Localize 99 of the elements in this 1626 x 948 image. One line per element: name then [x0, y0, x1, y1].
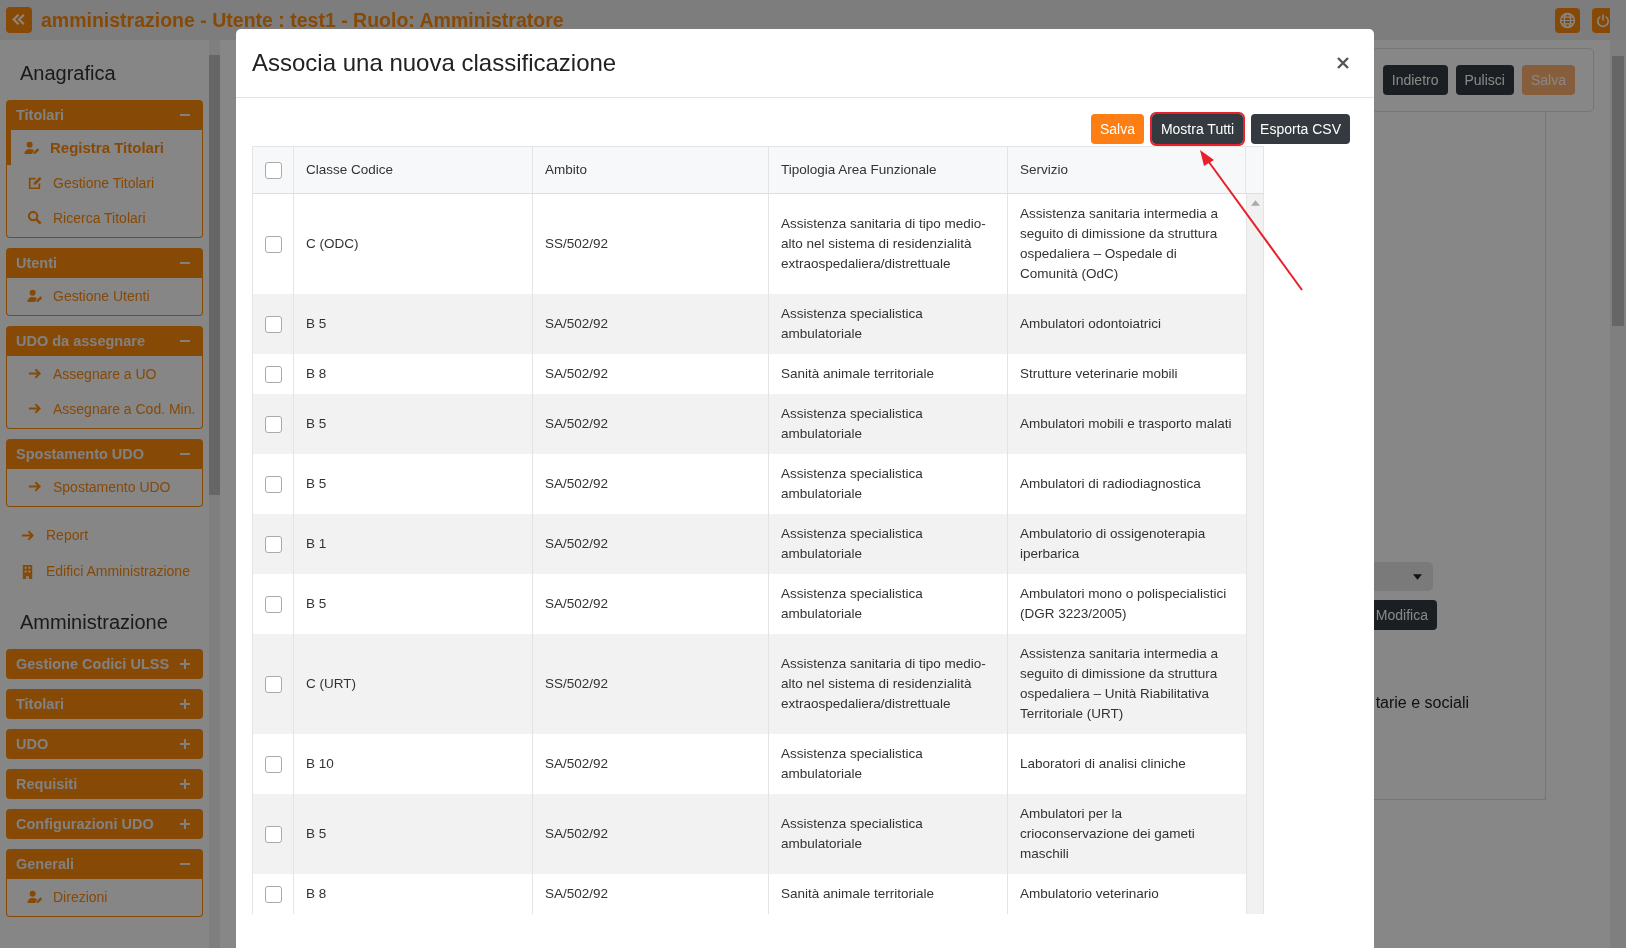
table-cell: B 5 [294, 294, 533, 354]
nav-item[interactable]: Direzioni [7, 879, 202, 914]
caret-icon [1413, 573, 1422, 580]
toolbar-button[interactable]: Indietro [1382, 65, 1448, 95]
row-checkbox[interactable] [264, 365, 282, 383]
table-cell-text: Strutture veterinarie mobili [1019, 365, 1179, 383]
table-cell-text: Ambulatori per la crioconservazione dei gameti maschili [1019, 805, 1196, 863]
row-checkbox[interactable] [264, 755, 282, 773]
arrow-right-icon [27, 401, 42, 416]
table-cell-text: Ambulatori di radiodiagnostica [1019, 475, 1202, 493]
row-checkbox[interactable] [264, 675, 282, 693]
column-header[interactable]: Tipologia Area Funzionale [769, 147, 1008, 193]
action-button[interactable]: Mostra Tutti [1151, 114, 1244, 144]
scrollbar[interactable] [1246, 194, 1263, 914]
action-button[interactable]: Esporta CSV [1251, 114, 1350, 144]
action-button[interactable]: Salva [1090, 114, 1144, 144]
table-cell: Assistenza sanitaria di tipo medio-alto nel sistema di residenzialità extraospedaliera/distrettuale [769, 634, 1008, 734]
table-cell: SS/502/92 [533, 634, 769, 734]
language-button[interactable] [1555, 7, 1580, 33]
table-cell-text: Ambulatori mono o polispecialistici (DGR 3223/2005) [1019, 585, 1228, 623]
table-cell: B 5 [294, 794, 533, 874]
group-header[interactable]: UDO [6, 729, 203, 759]
toolbar-button[interactable]: Pulisci [1455, 65, 1514, 95]
table-cell: B 5 [294, 394, 533, 454]
expand-icon[interactable] [179, 818, 191, 830]
row-checkbox[interactable] [264, 535, 282, 553]
user-edit-icon [27, 889, 42, 904]
table-cell: SA/502/92 [533, 394, 769, 454]
group-header[interactable]: Titolari [6, 689, 203, 719]
nav-item[interactable]: Assegnare a UO [7, 356, 202, 391]
row-checkbox[interactable] [264, 415, 282, 433]
row-checkbox[interactable] [264, 235, 282, 253]
table-cell: SA/502/92 [533, 294, 769, 354]
table-cell: B 1 [294, 514, 533, 574]
table-cell: B 8 [294, 874, 533, 914]
table-cell-text: Assistenza sanitaria intermedia a seguito di dimissione da struttura ospedaliera – Ospedale di Comunità (OdC) [1019, 205, 1220, 283]
group-header[interactable]: UDO da assegnare [6, 326, 203, 356]
table-cell: Sanità animale territoriale [769, 874, 1008, 914]
table-cell: Assistenza specialistica ambulatoriale [769, 294, 1008, 354]
group-header[interactable]: Titolari [6, 100, 203, 130]
table-cell: Assistenza specialistica ambulatoriale [769, 794, 1008, 874]
nav-item[interactable]: Gestione Titolari [7, 165, 202, 200]
nav-item[interactable]: Registra Titolari [7, 130, 202, 165]
table-cell-text: Ambulatori mobili e trasporto malati [1019, 415, 1233, 433]
scrollbar-thumb[interactable] [209, 55, 220, 495]
scroll-up-icon[interactable] [1250, 200, 1260, 206]
building-icon [20, 563, 35, 579]
scrollbar-thumb[interactable] [1612, 56, 1624, 326]
table-cell: SA/502/92 [533, 514, 769, 574]
table-cell-text: Ambulatorio veterinario [1019, 885, 1160, 903]
group-header[interactable]: Spostamento UDO [6, 439, 203, 469]
table-cell: SA/502/92 [533, 794, 769, 874]
modal-title: Associa una nuova classificazione [252, 49, 617, 77]
section-heading: Anagrafica [19, 61, 117, 86]
app-title: amministrazione - Utente : test1 - Ruolo: Amministratore [41, 8, 564, 32]
row-checkbox[interactable] [264, 315, 282, 333]
edit-icon [27, 175, 42, 190]
group-header[interactable]: Utenti [6, 248, 203, 278]
select-all-checkbox[interactable] [264, 161, 282, 179]
row-checkbox[interactable] [264, 475, 282, 493]
table-cell: C (URT) [294, 634, 533, 734]
search-icon [27, 210, 42, 225]
user-edit-icon [24, 140, 39, 155]
nav-item[interactable]: Ricerca Titolari [7, 200, 202, 235]
expand-icon[interactable] [179, 778, 191, 790]
table-cell-text: Ambulatorio di ossigenoterapia iperbarica [1019, 525, 1207, 563]
row-checkbox[interactable] [264, 885, 282, 903]
scrollbar[interactable] [1610, 40, 1626, 948]
column-header[interactable]: Ambito [533, 147, 769, 193]
nav-item[interactable]: Spostamento UDO [7, 469, 202, 504]
table-cell: SA/502/92 [533, 874, 769, 914]
group-header[interactable]: Requisiti [6, 769, 203, 799]
table-cell-text: Assistenza sanitaria intermedia a seguito di dimissione da struttura ospedaliera – Unità Riabilitativa Territoriale (URT) [1019, 645, 1220, 723]
table-cell: Assistenza specialistica ambulatoriale [769, 394, 1008, 454]
nav-link[interactable]: Report [6, 517, 203, 553]
arrow-right-icon [27, 366, 42, 381]
expand-icon[interactable] [179, 698, 191, 710]
scrollbar[interactable] [209, 40, 220, 948]
table-cell-text: Laboratori di analisi cliniche [1019, 755, 1187, 773]
group-header[interactable]: Configurazioni UDO [6, 809, 203, 839]
user-edit-icon [27, 288, 42, 303]
row-checkbox[interactable] [264, 595, 282, 613]
column-header[interactable]: Classe Codice [294, 147, 533, 193]
group-header[interactable]: Gestione Codici ULSS [6, 649, 203, 679]
table-cell-text: Ambulatori odontoiatrici [1019, 315, 1163, 333]
collapse-sidebar-button[interactable] [6, 7, 32, 33]
power-button[interactable] [1592, 7, 1610, 33]
group-header[interactable]: Generali [6, 849, 203, 879]
row-checkbox[interactable] [264, 825, 282, 843]
section-text: tarie e sociali [1374, 694, 1469, 712]
nav-link[interactable]: Edifici Amministrazione [6, 553, 203, 589]
double-chevron-left-icon [10, 11, 27, 28]
nav-item[interactable]: Gestione Utenti [7, 278, 202, 313]
expand-icon[interactable] [179, 658, 191, 670]
arrow-right-icon [27, 479, 42, 494]
expand-icon[interactable] [179, 738, 191, 750]
nav-item[interactable]: Assegnare a Cod. Min. [7, 391, 202, 426]
section-heading: Amministrazione [19, 610, 169, 635]
table-cell: Assistenza specialistica ambulatoriale [769, 514, 1008, 574]
